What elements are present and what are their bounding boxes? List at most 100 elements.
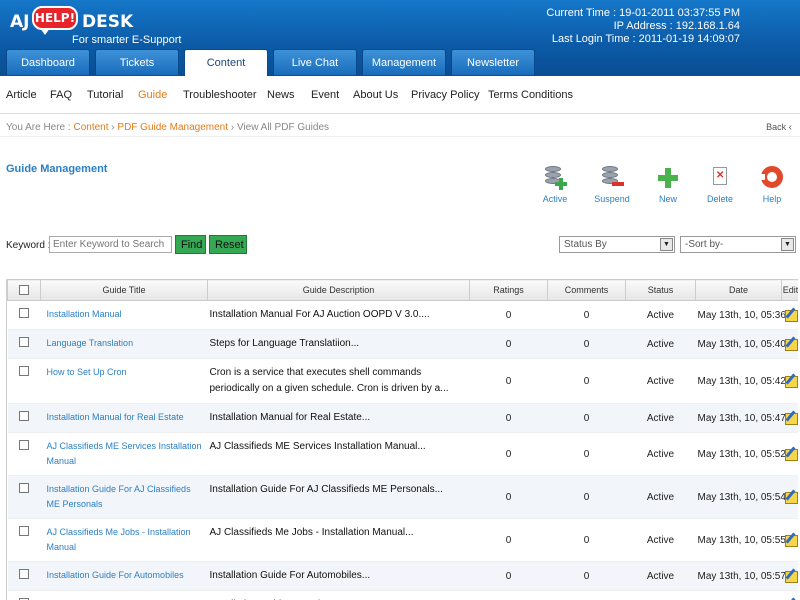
guide-title-link[interactable]: Installation Manual — [40, 300, 208, 330]
guide-status[interactable]: Active — [625, 561, 696, 591]
subnav-about-us[interactable]: About Us — [353, 89, 398, 101]
row-checkbox[interactable] — [19, 411, 29, 421]
subnav-guide[interactable]: Guide — [138, 89, 167, 101]
keyword-label: Keyword : — [6, 240, 51, 251]
guide-description: Installation Manual for Real Estate... — [207, 403, 470, 433]
header-guide-description[interactable]: Guide Description — [207, 279, 470, 301]
guide-title-link[interactable]: How to Set Up Cron — [40, 358, 208, 404]
table-row: AJ Classifieds ME Services Installation … — [7, 432, 798, 476]
edit-pencil-icon[interactable] — [784, 410, 798, 425]
guide-title-link[interactable]: AJ Classifieds Me Jobs - Installation Ma… — [40, 518, 208, 562]
guide-title-link[interactable]: AJ Classifieds ME Services Installation … — [40, 432, 208, 476]
lifebuoy-icon — [758, 164, 791, 192]
row-checkbox[interactable] — [19, 440, 29, 450]
select-all-checkbox[interactable] — [19, 284, 29, 295]
help-button[interactable]: Help — [747, 164, 797, 204]
edit-pencil-icon[interactable] — [784, 307, 798, 322]
subnav-terms-conditions[interactable]: Terms Conditions — [488, 89, 573, 101]
guide-date: May 13th, 10, 05:57 — [695, 561, 786, 591]
guide-status[interactable]: Active — [625, 358, 696, 404]
guide-date: May 13th, 10, 05:59 — [695, 590, 786, 600]
keyword-search-input[interactable] — [49, 236, 172, 253]
edit-pencil-icon[interactable] — [784, 597, 798, 600]
tab-live-chat[interactable]: Live Chat — [273, 49, 357, 75]
subnav-faq[interactable]: FAQ — [50, 89, 72, 101]
current-time: Current Time : 19-01-2011 03:37:55 PM — [546, 7, 740, 19]
guide-ratings: 0 — [469, 518, 548, 562]
guide-status[interactable]: Active — [625, 300, 696, 330]
edit-pencil-icon[interactable] — [784, 568, 798, 583]
suspend-button[interactable]: Suspend — [587, 164, 637, 204]
guide-date: May 13th, 10, 05:52 — [695, 432, 786, 476]
breadcrumb-separator: › — [111, 122, 115, 133]
sort-by-select[interactable]: -Sort by- ▼ — [680, 236, 796, 253]
reset-button[interactable]: Reset — [209, 235, 247, 254]
edit-pencil-icon[interactable] — [784, 489, 798, 504]
guide-date: May 13th, 10, 05:55 — [695, 518, 786, 562]
guide-status[interactable]: Active — [625, 518, 696, 562]
header-guide-title[interactable]: Guide Title — [40, 279, 208, 301]
tab-content[interactable]: Content — [184, 49, 268, 76]
table-row: Installation Guide AJ Classifieds ME Ins… — [7, 590, 798, 600]
subnav-privacy-policy[interactable]: Privacy Policy — [411, 89, 479, 101]
row-checkbox[interactable] — [19, 483, 29, 493]
guide-comments: 0 — [547, 358, 626, 404]
session-info: Current Time : 19-01-2011 03:37:55 PM IP… — [546, 7, 740, 46]
edit-pencil-icon[interactable] — [784, 336, 798, 351]
delete-button[interactable]: Delete — [695, 164, 745, 204]
help-label: Help — [762, 194, 782, 204]
guide-status[interactable]: Active — [625, 590, 696, 600]
tab-newsletter[interactable]: Newsletter — [451, 49, 535, 75]
subnav-troubleshooter[interactable]: Troubleshooter — [183, 89, 257, 101]
active-button[interactable]: Active — [530, 164, 580, 204]
logo[interactable]: AJ HELP! DESK For smarter E-Support — [8, 6, 188, 46]
guide-comments: 0 — [547, 432, 626, 476]
status-by-select[interactable]: Status By ▼ — [559, 236, 675, 253]
guide-title-link[interactable]: Installation Guide For Automobiles — [40, 561, 208, 591]
subnav-news[interactable]: News — [267, 89, 295, 101]
tab-management[interactable]: Management — [362, 49, 446, 75]
row-checkbox[interactable] — [19, 308, 29, 318]
subnav-tutorial[interactable]: Tutorial — [87, 89, 123, 101]
row-checkbox[interactable] — [19, 366, 29, 376]
row-checkbox[interactable] — [19, 337, 29, 347]
sub-navigation: Article FAQ Tutorial Guide Troubleshoote… — [0, 76, 800, 114]
ip-address: IP Address : 192.168.1.64 — [613, 20, 740, 32]
subnav-event[interactable]: Event — [311, 89, 339, 101]
logo-suffix: DESK — [82, 12, 134, 32]
header-status[interactable]: Status — [625, 279, 696, 301]
breadcrumb-pdf-guide-management[interactable]: PDF Guide Management — [117, 122, 228, 133]
guide-title-link[interactable]: Installation Manual for Real Estate — [40, 403, 208, 433]
guide-description: Installation Manual For AJ Auction OOPD … — [207, 300, 470, 330]
guide-title-link[interactable]: Installation Guide For AJ Classifieds ME… — [40, 475, 208, 519]
guide-comments: 0 — [547, 561, 626, 591]
header-comments[interactable]: Comments — [547, 279, 626, 301]
table-header-row: Guide Title Guide Description Ratings Co… — [7, 279, 798, 301]
row-checkbox[interactable] — [19, 526, 29, 536]
guide-date: May 13th, 10, 05:42 — [695, 358, 786, 404]
new-button[interactable]: New — [643, 164, 693, 204]
guide-date: May 13th, 10, 05:36 — [695, 300, 786, 330]
tab-tickets[interactable]: Tickets — [95, 49, 179, 75]
guide-status[interactable]: Active — [625, 432, 696, 476]
guide-status[interactable]: Active — [625, 403, 696, 433]
back-link[interactable]: Back ‹ — [766, 122, 792, 133]
tab-dashboard[interactable]: Dashboard — [6, 49, 90, 75]
row-checkbox[interactable] — [19, 569, 29, 579]
divider — [0, 136, 800, 137]
header-date[interactable]: Date — [695, 279, 782, 301]
edit-pencil-icon[interactable] — [784, 446, 798, 461]
edit-pencil-icon[interactable] — [784, 373, 798, 388]
header-ratings[interactable]: Ratings — [469, 279, 548, 301]
database-remove-icon — [598, 164, 626, 192]
edit-pencil-icon[interactable] — [784, 532, 798, 547]
guide-title-link[interactable]: Installation Guide AJ Classifieds ME — [40, 590, 208, 600]
back-label: Back — [766, 122, 787, 132]
guide-status[interactable]: Active — [625, 475, 696, 519]
breadcrumb-content[interactable]: Content — [73, 122, 108, 133]
guide-description: AJ Classifieds ME Services Installation … — [207, 432, 470, 476]
guide-title-link[interactable]: Language Translation — [40, 329, 208, 359]
find-button[interactable]: Find — [175, 235, 206, 254]
subnav-article[interactable]: Article — [6, 89, 37, 101]
guide-status[interactable]: Active — [625, 329, 696, 359]
